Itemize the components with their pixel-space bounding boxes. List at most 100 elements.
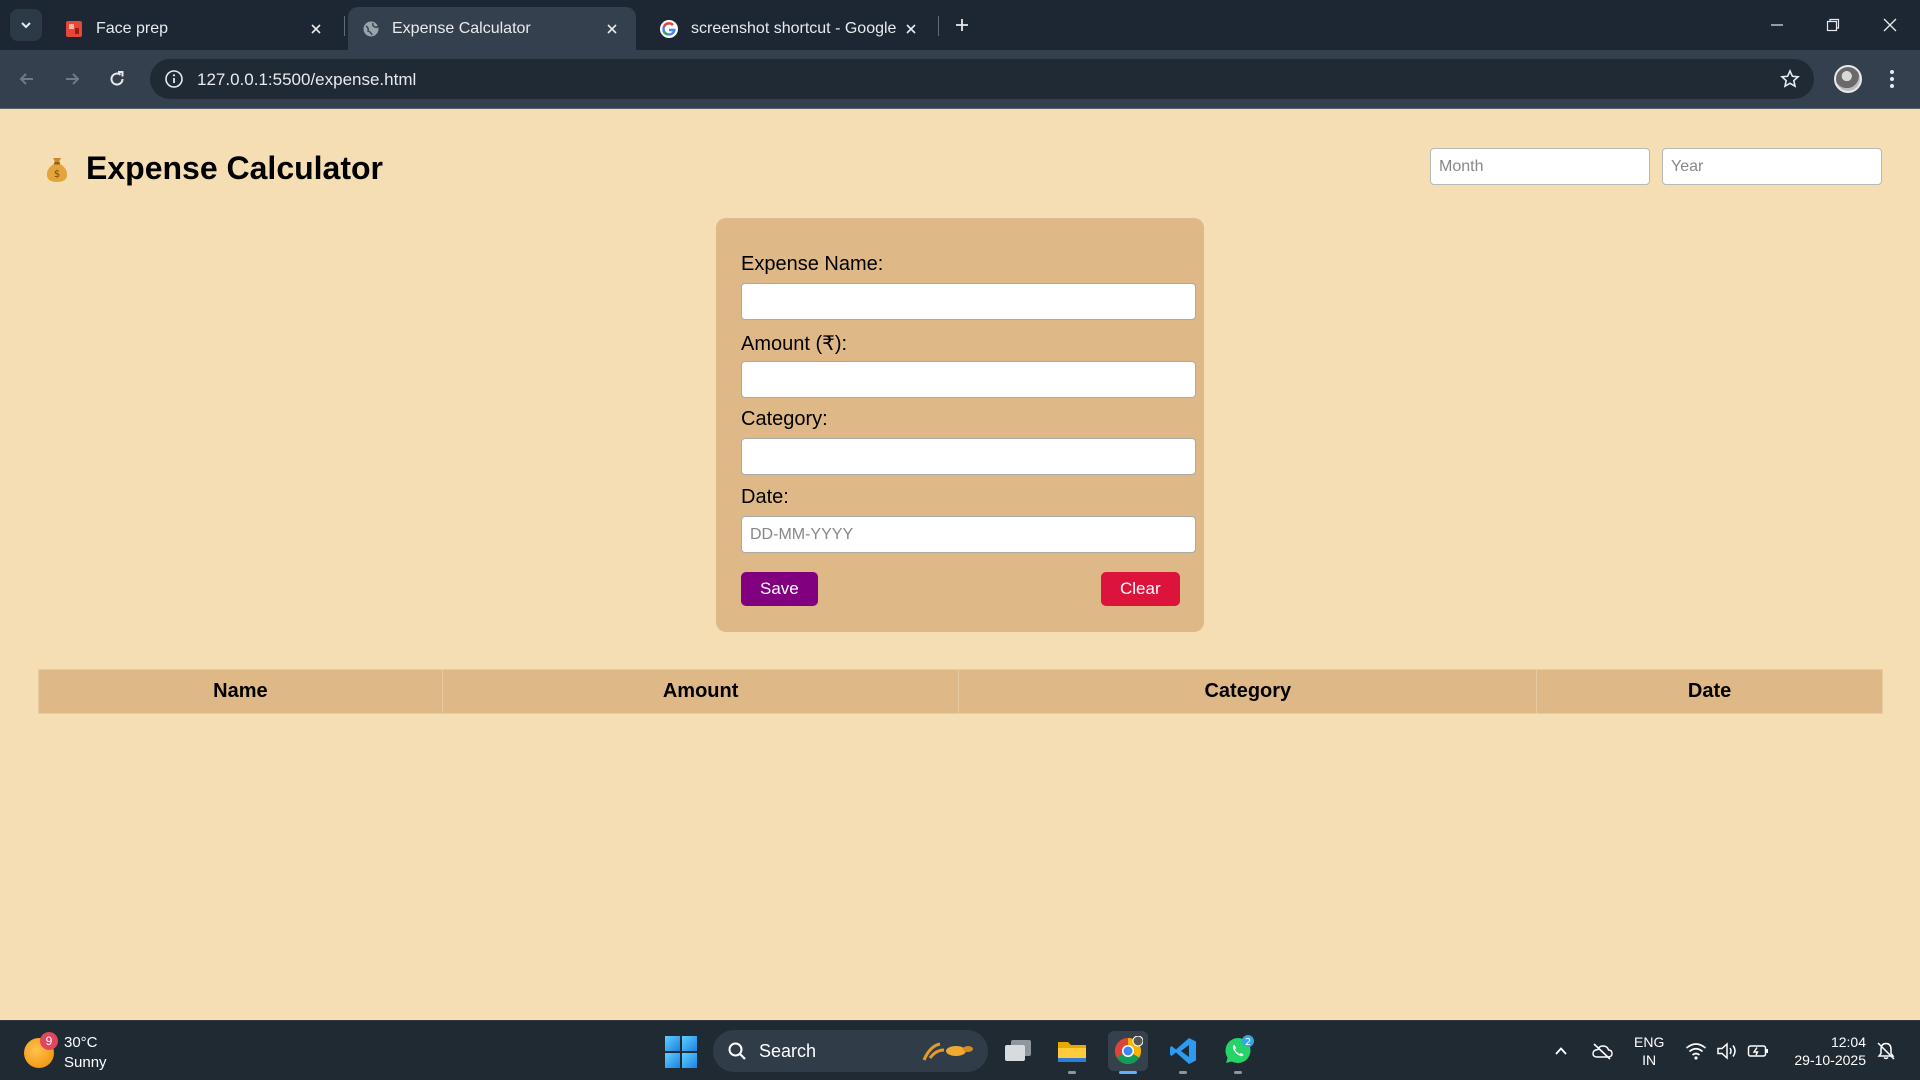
bookmark-star-icon[interactable] xyxy=(1778,67,1802,91)
address-bar[interactable]: 127.0.0.1:5500/expense.html xyxy=(150,59,1814,99)
weather-temp: 30°C xyxy=(64,1034,98,1051)
tab-title: screenshot shortcut - Google Search xyxy=(691,19,901,37)
volume-tray-icon[interactable] xyxy=(1715,1039,1739,1063)
amount-label: Amount (₹): xyxy=(741,333,848,355)
language-code: ENG xyxy=(1634,1034,1665,1050)
tab-search-button[interactable] xyxy=(10,9,42,41)
minimize-button[interactable] xyxy=(1757,10,1797,40)
weather-condition: Sunny xyxy=(64,1054,107,1071)
chrome-taskbar-button[interactable] xyxy=(1108,1031,1148,1074)
tab-expense-calculator[interactable]: Expense Calculator xyxy=(348,7,636,50)
browser-tab-bar: Face prep Expense Calculator screenshot … xyxy=(0,0,1920,50)
wifi-tray-icon[interactable] xyxy=(1684,1039,1708,1063)
restore-button[interactable] xyxy=(1813,10,1853,40)
money-bag-icon: $ xyxy=(42,154,72,184)
close-icon xyxy=(1883,18,1897,32)
google-icon xyxy=(660,19,678,38)
tab-separator xyxy=(344,16,345,36)
page-title: Expense Calculator xyxy=(86,150,383,186)
column-header-amount: Amount xyxy=(441,669,960,714)
whatsapp-taskbar-button[interactable]: 2 xyxy=(1218,1031,1258,1074)
date-label: Date: xyxy=(741,486,789,508)
tab-title: Face prep xyxy=(96,19,169,37)
browser-toolbar: 127.0.0.1:5500/expense.html xyxy=(0,50,1920,108)
column-header-date: Date xyxy=(1536,669,1883,714)
notification-center-button[interactable] xyxy=(1874,1039,1898,1063)
clock-date: 29-10-2025 xyxy=(1794,1052,1866,1068)
folder-icon xyxy=(1058,1042,1086,1062)
task-view-icon xyxy=(1005,1040,1031,1061)
tab-separator xyxy=(938,16,939,36)
app-indicator xyxy=(1068,1071,1076,1074)
search-highlight-icon xyxy=(922,1042,973,1061)
browser-menu-button[interactable] xyxy=(1880,65,1904,93)
clear-button[interactable]: Clear xyxy=(1101,572,1180,606)
battery-tray-icon[interactable] xyxy=(1746,1039,1770,1063)
svg-text:$: $ xyxy=(54,169,60,180)
back-button[interactable] xyxy=(11,63,43,95)
year-filter-input[interactable] xyxy=(1662,148,1882,185)
input-language-indicator[interactable]: ENG IN xyxy=(1634,1033,1664,1069)
whatsapp-badge: 2 xyxy=(1245,1037,1251,1048)
expense-form: Expense Name: Amount (₹): Category: Date… xyxy=(716,218,1204,632)
tab-face-prep[interactable]: Face prep xyxy=(50,7,340,50)
month-filter-input[interactable] xyxy=(1430,148,1650,185)
globe-icon xyxy=(363,21,379,36)
cloud-off-icon xyxy=(1592,1043,1613,1060)
minimize-icon xyxy=(1771,24,1783,26)
search-label: Search xyxy=(759,1040,817,1061)
task-view-button[interactable] xyxy=(998,1031,1038,1071)
taskbar: 9 30°C Sunny Search 2 ENG IN 12:04 29-10… xyxy=(0,1020,1920,1080)
reload-icon xyxy=(110,71,124,86)
chevron-down-icon xyxy=(21,22,31,29)
arrow-right-icon xyxy=(66,73,80,85)
url-text[interactable]: 127.0.0.1:5500/expense.html xyxy=(197,70,416,90)
tab-google-search[interactable]: screenshot shortcut - Google Search xyxy=(645,7,935,50)
date-input[interactable] xyxy=(741,516,1196,553)
site-info-icon[interactable] xyxy=(162,67,186,91)
arrow-left-icon xyxy=(19,73,33,85)
plus-icon xyxy=(956,19,968,31)
show-hidden-icons-button[interactable] xyxy=(1549,1039,1573,1063)
chrome-icon xyxy=(1114,1036,1143,1065)
expense-name-input[interactable] xyxy=(741,283,1196,320)
column-header-category: Category xyxy=(958,669,1538,714)
notification-bell-icon xyxy=(1877,1042,1895,1060)
new-tab-button[interactable] xyxy=(950,13,974,37)
taskbar-search[interactable]: Search xyxy=(713,1030,988,1072)
app-indicator xyxy=(1179,1071,1187,1074)
chevron-up-icon xyxy=(1555,1047,1567,1055)
category-input[interactable] xyxy=(741,438,1196,475)
forward-button[interactable] xyxy=(56,63,88,95)
profile-avatar[interactable] xyxy=(1834,65,1862,93)
windows-start-icon[interactable] xyxy=(665,1036,697,1068)
more-vertical-icon xyxy=(1890,70,1894,88)
close-tab-icon[interactable] xyxy=(306,19,326,39)
faceprep-favicon-icon xyxy=(66,20,82,37)
weather-text: 30°C Sunny xyxy=(64,1033,107,1073)
close-window-button[interactable] xyxy=(1870,10,1910,40)
amount-input[interactable] xyxy=(741,361,1196,398)
app-indicator xyxy=(1234,1071,1242,1074)
region-code: IN xyxy=(1642,1052,1657,1068)
sun-icon: 9 xyxy=(24,1032,58,1068)
search-icon xyxy=(728,1042,746,1060)
chrome-divider xyxy=(0,108,1920,109)
close-tab-icon[interactable] xyxy=(901,19,921,39)
close-tab-icon[interactable] xyxy=(602,19,622,39)
onedrive-tray-icon[interactable] xyxy=(1590,1039,1614,1063)
reload-button[interactable] xyxy=(101,63,133,95)
system-clock[interactable]: 12:04 29-10-2025 xyxy=(1786,1033,1866,1069)
weather-widget[interactable]: 9 30°C Sunny xyxy=(24,1032,107,1073)
page-header: $ Expense Calculator xyxy=(42,150,383,187)
expense-name-label: Expense Name: xyxy=(741,253,884,275)
expense-table: Name Amount Category Date xyxy=(38,669,1883,714)
save-button[interactable]: Save xyxy=(741,572,818,606)
file-explorer-button[interactable] xyxy=(1052,1031,1092,1074)
clock-time: 12:04 xyxy=(1830,1034,1866,1050)
restore-icon xyxy=(1826,18,1840,32)
vscode-taskbar-button[interactable] xyxy=(1163,1031,1203,1074)
app-indicator xyxy=(1119,1071,1137,1074)
speaker-icon xyxy=(1717,1042,1736,1060)
vscode-icon xyxy=(1170,1038,1196,1064)
